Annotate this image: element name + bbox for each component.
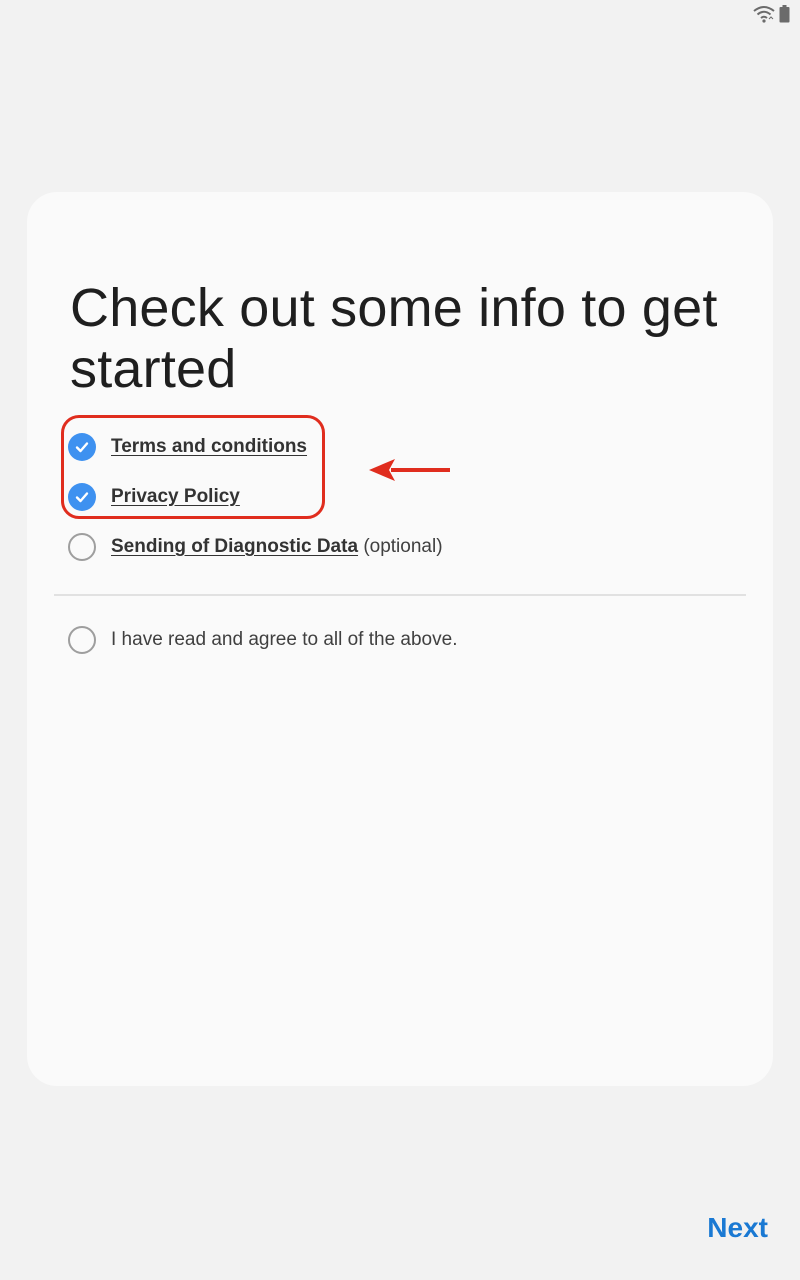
status-bar	[753, 4, 790, 28]
wifi-icon	[753, 5, 775, 28]
arrow-left-icon	[367, 455, 453, 490]
next-button[interactable]: Next	[707, 1212, 768, 1244]
annotation-highlight-box	[61, 415, 325, 519]
agree-all-checkbox[interactable]	[68, 626, 96, 654]
diagnostic-checkbox[interactable]	[68, 533, 96, 561]
optional-label: (optional)	[363, 536, 443, 557]
diagnostic-row[interactable]: Sending of Diagnostic Data (optional)	[68, 532, 443, 562]
divider	[54, 594, 746, 596]
agree-all-label: I have read and agree to all of the abov…	[111, 629, 458, 650]
page-title: Check out some info to get started	[70, 278, 718, 399]
agree-all-row[interactable]: I have read and agree to all of the abov…	[68, 625, 457, 655]
battery-icon	[779, 4, 790, 28]
setup-card: Check out some info to get started Terms…	[27, 192, 773, 1086]
diagnostic-data-link[interactable]: Sending of Diagnostic Data	[111, 536, 358, 557]
